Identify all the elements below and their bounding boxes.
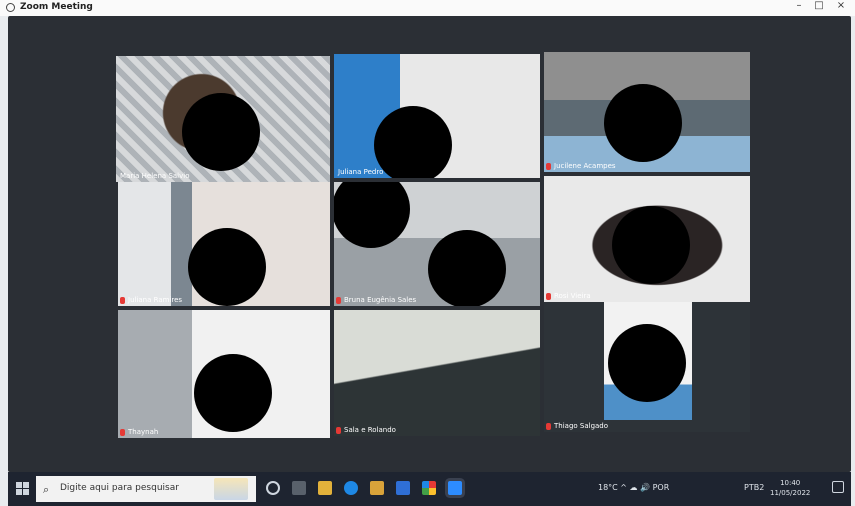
gallery-view: Maria Helena Salvio Juliana Pedro Jucile… (8, 16, 851, 472)
clock-date: 11/05/2022 (770, 489, 811, 497)
system-clock[interactable]: 10:40 11/05/2022 (770, 478, 810, 498)
window-title: Zoom Meeting (20, 2, 93, 12)
minimize-button[interactable]: – (790, 0, 808, 11)
muted-mic-icon (546, 163, 551, 170)
file-explorer-icon[interactable] (318, 481, 332, 495)
participant-tile[interactable]: Thiago Salgado (544, 302, 750, 432)
participant-name: Rosi Vieira (554, 292, 591, 300)
muted-mic-icon (546, 293, 551, 300)
store-icon[interactable] (370, 481, 384, 495)
muted-mic-icon (336, 297, 341, 304)
participant-tile[interactable]: Bruna Eugênia Sales (334, 182, 540, 306)
taskbar-search-box[interactable]: ⌕ Digite aqui para pesquisar (36, 476, 256, 502)
participant-name: Juliana Ramires (128, 296, 183, 304)
maximize-button[interactable]: □ (810, 0, 828, 11)
muted-mic-icon (336, 427, 341, 434)
participant-tile[interactable]: Sala e Rolando (334, 310, 540, 436)
face-redaction (428, 230, 506, 306)
window-titlebar: Zoom Meeting – □ × (0, 0, 855, 16)
chrome-icon[interactable] (422, 481, 436, 495)
system-tray[interactable]: 18°C ^ ☁ 🔊 POR (598, 483, 669, 492)
cortana-icon[interactable] (266, 481, 280, 495)
face-redaction (604, 84, 682, 162)
input-language[interactable]: PTB2 (744, 483, 764, 492)
zoom-taskbar-icon[interactable] (448, 481, 462, 495)
face-redaction (182, 93, 260, 171)
face-redaction (374, 106, 452, 178)
participant-tile[interactable]: Maria Helena Salvio (116, 56, 330, 182)
participant-name: Jucilene Acampes (554, 162, 616, 170)
participant-name: Juliana Pedro (338, 168, 384, 176)
close-button[interactable]: × (832, 0, 850, 11)
search-icon: ⌕ (43, 483, 50, 496)
face-redaction (194, 354, 272, 432)
mail-icon[interactable] (396, 481, 410, 495)
edge-browser-icon[interactable] (344, 481, 358, 495)
muted-mic-icon (546, 423, 551, 430)
start-button[interactable] (16, 482, 30, 496)
task-view-icon[interactable] (292, 481, 306, 495)
muted-mic-icon (120, 297, 125, 304)
weather-widget-icon[interactable] (214, 478, 248, 500)
face-redaction (188, 228, 266, 306)
participant-name: Thiago Salgado (554, 422, 609, 430)
participant-name: Bruna Eugênia Sales (344, 296, 417, 304)
muted-mic-icon (120, 429, 125, 436)
face-redaction (608, 324, 686, 402)
participant-tile[interactable]: Juliana Ramires (118, 182, 330, 306)
participant-tile[interactable]: Thaynah (118, 310, 330, 438)
participant-tile[interactable]: Juliana Pedro (334, 54, 540, 178)
participant-tile[interactable]: Jucilene Acampes (544, 52, 750, 172)
zoom-app-icon (6, 3, 15, 12)
notification-center-icon[interactable] (832, 481, 844, 493)
participant-tile[interactable]: Rosi Vieira (544, 176, 750, 302)
search-placeholder: Digite aqui para pesquisar (60, 483, 179, 493)
face-redaction (612, 206, 690, 284)
clock-time: 10:40 (780, 479, 801, 487)
participant-name: Sala e Rolando (344, 426, 396, 434)
video-feed (334, 310, 540, 436)
participant-name: Thaynah (128, 428, 159, 436)
windows-taskbar: ⌕ Digite aqui para pesquisar 18°C ^ ☁ 🔊 … (8, 472, 851, 506)
participant-name: Maria Helena Salvio (120, 172, 190, 180)
